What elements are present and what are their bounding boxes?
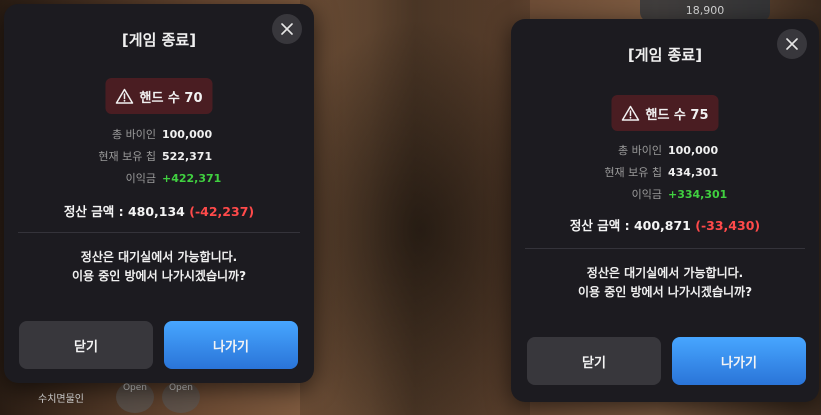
warning-icon	[621, 105, 640, 121]
stats-list: 총 바이인 100,000 현재 보유 칩 522,371 이익금 +422,3…	[4, 124, 314, 190]
stat-label: 총 바이인	[618, 144, 662, 157]
hands-count-label: 핸드 수 75	[645, 107, 709, 123]
stat-value: 100,000	[668, 144, 719, 157]
stat-profit: 이익금 +334,301	[511, 184, 819, 206]
stat-value: 434,301	[668, 166, 719, 179]
game-over-dialog: [게임 종료] 핸드 수 70 총 바이인 100,000 현재 보유 칩 52…	[4, 4, 314, 383]
stat-value: +334,301	[668, 188, 728, 201]
settlement-diff: (-42,237)	[189, 204, 255, 219]
message-line: 정산은 대기실에서 가능합니다.	[586, 266, 744, 280]
table-shadow	[300, 0, 530, 415]
stat-label: 현재 보유 칩	[604, 166, 662, 179]
stat-value: 522,371	[162, 150, 213, 163]
settlement-diff: (-33,430)	[695, 218, 761, 233]
warning-icon	[115, 88, 134, 104]
stat-label: 이익금	[125, 172, 156, 185]
player-name: 수치면물인	[38, 394, 84, 405]
stat-buyin: 총 바이인 100,000	[511, 140, 819, 162]
open-seat[interactable]: Open	[116, 381, 154, 413]
stat-current-chips: 현재 보유 칩 522,371	[4, 146, 314, 168]
open-seat-label: Open	[122, 383, 148, 393]
settlement-amount: 정산 금액 : 400,871 (-33,430)	[511, 215, 819, 234]
dialog-title: [게임 종료]	[121, 31, 197, 49]
hands-count-label: 핸드 수 70	[139, 90, 203, 106]
settlement-label: 정산 금액 : 400,871	[569, 218, 691, 233]
game-over-dialog: [게임 종료] 핸드 수 75 총 바이인 100,000 현재 보유 칩 43…	[511, 19, 819, 402]
open-seat[interactable]: Open	[162, 381, 200, 413]
hands-count-badge: 핸드 수 70	[105, 78, 213, 114]
message-line: 이용 중인 방에서 나가시겠습니까?	[577, 285, 753, 299]
stat-value: +422,371	[162, 172, 222, 185]
message-line: 이용 중인 방에서 나가시겠습니까?	[71, 269, 247, 283]
divider	[18, 232, 300, 233]
divider	[525, 248, 805, 249]
stat-label: 총 바이인	[112, 128, 156, 141]
stat-label: 이익금	[631, 188, 662, 201]
settlement-label: 정산 금액 : 480,134	[63, 204, 185, 219]
exit-button[interactable]: 나가기	[672, 337, 806, 385]
dialog-title: [게임 종료]	[627, 46, 703, 64]
stat-buyin: 총 바이인 100,000	[4, 124, 314, 146]
settlement-amount: 정산 금액 : 480,134 (-42,237)	[4, 201, 314, 220]
message-line: 정산은 대기실에서 가능합니다.	[80, 250, 238, 264]
stat-current-chips: 현재 보유 칩 434,301	[511, 162, 819, 184]
hands-count-badge: 핸드 수 75	[611, 95, 719, 131]
exit-button[interactable]: 나가기	[164, 321, 298, 369]
stat-label: 현재 보유 칩	[98, 150, 156, 163]
stats-list: 총 바이인 100,000 현재 보유 칩 434,301 이익금 +334,3…	[511, 140, 819, 206]
open-seat-label: Open	[168, 383, 194, 393]
confirm-message: 정산은 대기실에서 가능합니다. 이용 중인 방에서 나가시겠습니까?	[4, 248, 314, 286]
stat-value: 100,000	[162, 128, 213, 141]
confirm-message: 정산은 대기실에서 가능합니다. 이용 중인 방에서 나가시겠습니까?	[511, 264, 819, 302]
stat-profit: 이익금 +422,371	[4, 168, 314, 190]
close-button[interactable]: 닫기	[19, 321, 153, 369]
close-button[interactable]: 닫기	[527, 337, 661, 385]
